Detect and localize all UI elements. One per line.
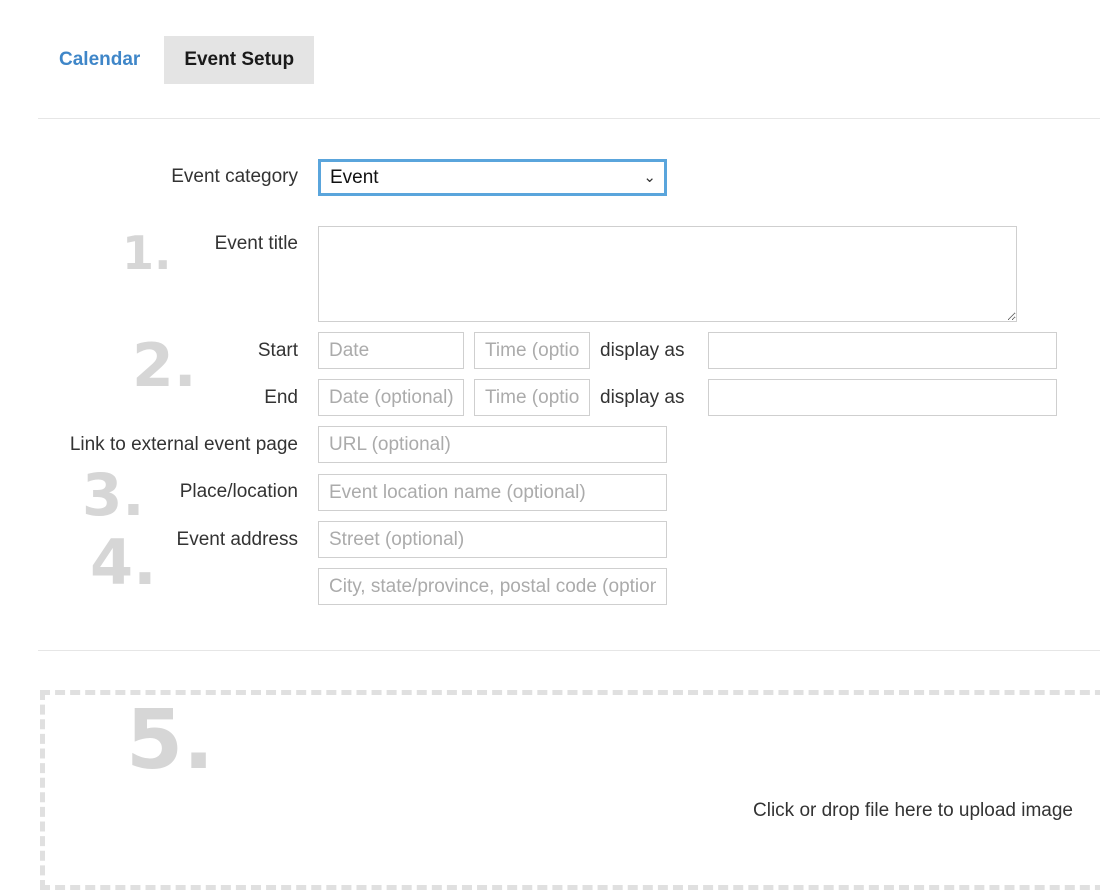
annotation-2: 2. [132, 331, 197, 401]
event-category-value: Event [330, 167, 379, 188]
tab-event-setup[interactable]: Event Setup [164, 36, 315, 84]
annotation-4: 4. [90, 526, 157, 599]
start-time-input[interactable] [474, 332, 590, 369]
image-dropzone[interactable] [40, 690, 1100, 890]
event-category-label: Event category [171, 166, 298, 187]
start-display-input[interactable] [708, 332, 1057, 369]
external-link-input[interactable] [318, 426, 667, 463]
upload-instruction: Click or drop file here to upload image [753, 800, 1074, 821]
start-label: Start [257, 340, 298, 361]
annotation-1: 1. [122, 226, 172, 280]
divider [38, 650, 1100, 651]
city-input[interactable] [318, 568, 667, 605]
event-category-select[interactable]: Event ⌄ [318, 159, 667, 196]
tab-calendar[interactable]: Calendar [38, 36, 164, 84]
place-label: Place/location [179, 481, 298, 502]
external-link-label: Link to external event page [69, 434, 298, 455]
address-label: Event address [176, 529, 298, 550]
start-display-as-label: display as [600, 340, 685, 361]
event-title-input[interactable] [318, 226, 1017, 322]
end-display-input[interactable] [708, 379, 1057, 416]
end-date-input[interactable] [318, 379, 464, 416]
tab-bar: Calendar Event Setup [38, 36, 315, 84]
street-input[interactable] [318, 521, 667, 558]
annotation-3: 3. [82, 461, 145, 529]
event-title-label: Event title [214, 233, 298, 254]
end-display-as-label: display as [600, 387, 685, 408]
start-date-input[interactable] [318, 332, 464, 369]
end-time-input[interactable] [474, 379, 590, 416]
divider [38, 118, 1100, 119]
end-label: End [264, 387, 298, 408]
chevron-down-icon: ⌄ [643, 169, 656, 186]
place-input[interactable] [318, 474, 667, 511]
